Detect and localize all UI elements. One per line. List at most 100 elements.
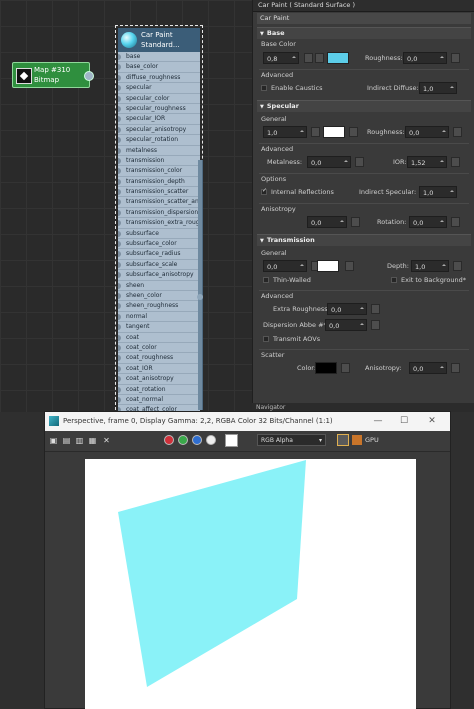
rollout-specular[interactable]: ▼ Specular (257, 100, 471, 112)
material-socket[interactable]: specular (118, 83, 200, 94)
node-editor-canvas[interactable]: Map #310 Bitmap Car Paint Standard... ba… (0, 0, 252, 412)
depth-map-button[interactable] (453, 261, 462, 271)
green-channel-toggle-icon[interactable] (178, 435, 188, 445)
ior-map-button[interactable] (451, 157, 460, 167)
display-toggle-icon[interactable] (337, 434, 349, 446)
depth-spinner[interactable]: 1,0 (411, 260, 449, 272)
material-socket[interactable]: specular_roughness (118, 104, 200, 115)
material-socket[interactable]: transmission_depth (118, 177, 200, 188)
indirect-diffuse-spinner[interactable]: 1,0 (419, 82, 457, 94)
save-icon[interactable]: ▣ (49, 436, 58, 445)
material-socket[interactable]: sheen_roughness (118, 301, 200, 312)
base-roughness-spinner[interactable]: 0,0 (403, 52, 447, 64)
close-icon[interactable]: ✕ (420, 412, 444, 431)
material-socket[interactable]: transmission_extra_roug... (118, 218, 200, 229)
material-socket[interactable]: normal (118, 312, 200, 323)
metalness-spinner[interactable]: 0,0 (307, 156, 351, 168)
extra-roughness-spinner[interactable]: 0,0 (327, 303, 367, 315)
material-socket[interactable]: subsurface (118, 229, 200, 240)
dispersion-spinner[interactable]: 0,0 (325, 319, 367, 331)
rollout-transmission[interactable]: ▼ Transmission (257, 234, 471, 246)
rollout-base[interactable]: ▼ Base (257, 27, 471, 39)
base-color-map-button-left[interactable] (315, 53, 324, 63)
material-socket[interactable]: coat_normal (118, 395, 200, 406)
scatter-anisotropy-spinner[interactable]: 0,0 (409, 362, 447, 374)
enable-caustics-checkbox[interactable] (261, 85, 267, 91)
specular-weight-map-button[interactable] (311, 127, 320, 137)
render-window-titlebar[interactable]: Perspective, frame 0, Display Gamma: 2,2… (45, 412, 450, 431)
material-socket[interactable]: transmission_color (118, 166, 200, 177)
material-socket[interactable]: specular_anisotropy (118, 125, 200, 136)
material-socket[interactable]: transmission_dispersion* (118, 208, 200, 219)
render-teapot-icon[interactable] (352, 435, 362, 445)
material-socket[interactable]: tangent (118, 322, 200, 333)
specular-color-swatch[interactable] (323, 126, 345, 138)
red-channel-toggle-icon[interactable] (164, 435, 174, 445)
material-socket[interactable]: specular_IOR (118, 114, 200, 125)
indirect-specular-spinner[interactable]: 1,0 (419, 186, 457, 198)
specular-anisotropy-map-button[interactable] (351, 217, 360, 227)
scatter-anisotropy-map-button[interactable] (451, 363, 460, 373)
base-weight-spinner[interactable]: 0,8 (263, 52, 299, 64)
material-socket[interactable]: base_color (118, 62, 200, 73)
print-icon[interactable]: ▦ (88, 436, 97, 445)
material-socket[interactable]: transmission_scatter (118, 187, 200, 198)
material-socket[interactable]: coat_anisotropy (118, 374, 200, 385)
specular-weight-spinner[interactable]: 1,0 (263, 126, 307, 138)
thin-walled-checkbox[interactable] (263, 277, 269, 283)
material-socket[interactable]: base (118, 52, 200, 63)
channel-dropdown[interactable]: RGB Alpha ▾ (257, 434, 326, 446)
render-canvas[interactable] (85, 459, 416, 709)
scatter-color-map-button[interactable] (341, 363, 350, 373)
material-socket[interactable]: sheen_color (118, 291, 200, 302)
material-socket[interactable]: coat_roughness (118, 353, 200, 364)
render-frame-window[interactable]: Perspective, frame 0, Display Gamma: 2,2… (44, 411, 451, 709)
material-socket[interactable]: diffuse_roughness (118, 73, 200, 84)
blue-channel-toggle-icon[interactable] (192, 435, 202, 445)
material-socket[interactable]: coat (118, 333, 200, 343)
material-node-header[interactable]: Car Paint Standard... (118, 28, 200, 52)
clone-icon[interactable]: ▥ (75, 436, 84, 445)
material-socket[interactable]: specular_rotation (118, 135, 200, 146)
specular-roughness-spinner[interactable]: 0,0 (405, 126, 449, 138)
material-socket[interactable]: coat_rotation (118, 385, 200, 395)
material-socket[interactable]: transmission_scatter_ani... (118, 197, 200, 208)
material-socket[interactable]: specular_color (118, 94, 200, 104)
base-roughness-map-button[interactable] (451, 53, 460, 63)
material-socket[interactable]: transmission (118, 156, 200, 167)
specular-anisotropy-spinner[interactable]: 0,0 (307, 216, 347, 228)
metalness-map-button[interactable] (355, 157, 364, 167)
scatter-color-swatch[interactable] (315, 362, 337, 374)
dispersion-map-button[interactable] (371, 320, 380, 330)
material-socket[interactable]: subsurface_color (118, 239, 200, 250)
material-node[interactable]: Car Paint Standard... base base_color diff… (115, 25, 203, 412)
transmission-color-swatch[interactable] (317, 260, 339, 272)
copy-icon[interactable]: ▤ (62, 436, 71, 445)
extra-roughness-map-button[interactable] (371, 304, 380, 314)
material-socket[interactable]: sheen (118, 281, 200, 291)
material-socket[interactable]: subsurface_anisotropy (118, 270, 200, 281)
material-socket[interactable]: coat_color (118, 343, 200, 354)
rotation-map-button[interactable] (451, 217, 460, 227)
clear-icon[interactable]: ✕ (102, 436, 111, 445)
internal-reflections-checkbox[interactable] (261, 187, 267, 195)
specular-color-map-button[interactable] (349, 127, 358, 137)
material-socket[interactable]: metalness (118, 146, 200, 156)
minimize-icon[interactable]: — (366, 412, 390, 431)
maximize-icon[interactable]: ☐ (392, 412, 416, 431)
transmission-color-map-button[interactable] (345, 261, 354, 271)
bitmap-node[interactable]: Map #310 Bitmap (12, 62, 94, 88)
ior-spinner[interactable]: 1,52 (407, 156, 447, 168)
wire-handle[interactable] (197, 294, 203, 300)
material-socket[interactable]: subsurface_scale (118, 260, 200, 271)
material-name-field[interactable]: Car Paint (257, 13, 471, 24)
base-color-swatch[interactable] (327, 52, 349, 64)
alpha-channel-toggle-icon[interactable] (206, 435, 216, 445)
material-socket[interactable]: subsurface_radius (118, 249, 200, 260)
material-socket[interactable]: coat_IOR (118, 364, 200, 375)
specular-roughness-map-button[interactable] (453, 127, 462, 137)
bitmap-output-port[interactable] (84, 71, 94, 81)
exit-to-background-checkbox[interactable] (391, 277, 397, 283)
rotation-spinner[interactable]: 0,0 (409, 216, 447, 228)
transmission-weight-spinner[interactable]: 0,0 (263, 260, 307, 272)
